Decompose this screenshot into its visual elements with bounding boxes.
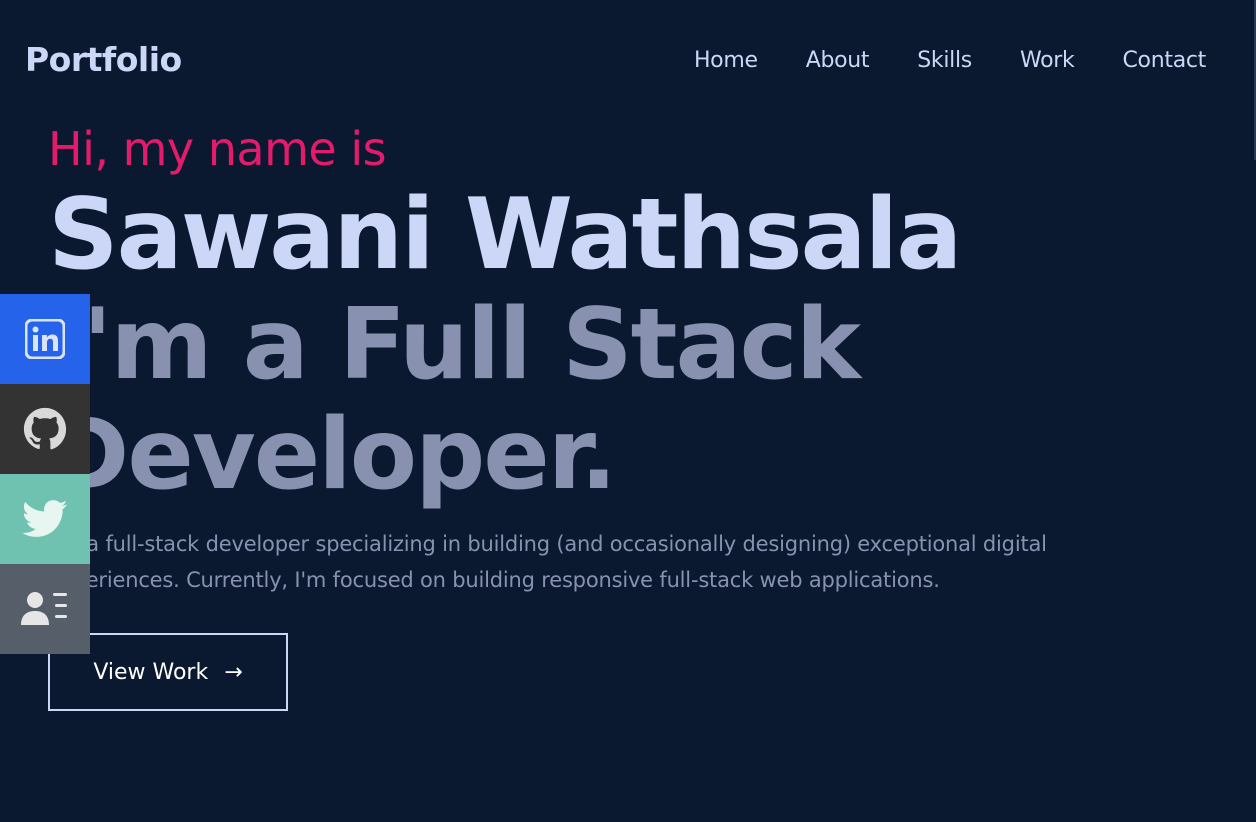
hero-section: Hi, my name is Sawani Wathsala I'm a Ful…: [48, 118, 1148, 619]
linkedin-link[interactable]: [0, 294, 90, 384]
twitter-link[interactable]: [0, 474, 90, 564]
resume-link[interactable]: [0, 564, 90, 654]
arrow-right-icon: →: [224, 659, 243, 685]
social-sidebar: [0, 294, 90, 654]
hero-intro: I'm a full-stack developer specializing …: [48, 532, 1047, 592]
greeting: Hi, my name is: [48, 122, 387, 176]
nav-skills[interactable]: Skills: [917, 48, 972, 73]
nav-contact[interactable]: Contact: [1123, 48, 1207, 73]
github-icon: [23, 407, 67, 450]
github-link[interactable]: [0, 384, 90, 474]
logo[interactable]: Portfolio: [25, 40, 182, 79]
hero-name: Sawani Wathsala: [48, 178, 962, 292]
nav-work[interactable]: Work: [1020, 48, 1075, 73]
nav-home[interactable]: Home: [694, 48, 758, 73]
hero-role: I'm a Full Stack Developer.: [48, 288, 861, 512]
nav-about[interactable]: About: [806, 48, 870, 73]
twitter-icon: [22, 500, 68, 537]
page: Portfolio Home About Skills Work Contact…: [0, 0, 1256, 822]
resume-icon: [21, 592, 67, 625]
linkedin-icon: [25, 319, 65, 359]
main-nav: Home About Skills Work Contact: [646, 48, 1206, 73]
view-work-label: View Work: [93, 659, 209, 685]
